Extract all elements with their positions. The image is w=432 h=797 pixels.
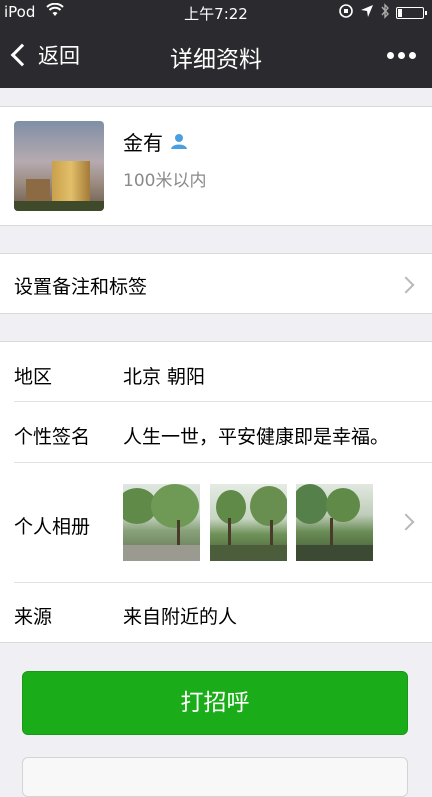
bluetooth-icon bbox=[380, 3, 390, 23]
secondary-button[interactable] bbox=[22, 757, 408, 797]
chevron-left-icon bbox=[10, 43, 34, 67]
album-label: 个人相册 bbox=[14, 516, 91, 538]
location-arrow-icon bbox=[360, 4, 374, 22]
back-label: 返回 bbox=[38, 44, 80, 68]
source-value: 来自附近的人 bbox=[123, 606, 238, 628]
region-label: 地区 bbox=[14, 366, 53, 388]
profile-distance: 100米以内 bbox=[123, 171, 207, 191]
album-photo[interactable] bbox=[210, 484, 287, 561]
orientation-lock-icon bbox=[338, 3, 354, 23]
back-button[interactable]: 返回 bbox=[8, 40, 80, 70]
status-bar: iPod 上午7:22 bbox=[0, 0, 432, 24]
divider bbox=[14, 401, 432, 402]
remark-label: 设置备注和标签 bbox=[14, 276, 148, 298]
male-user-icon bbox=[170, 132, 188, 150]
region-value: 北京 朝阳 bbox=[123, 366, 206, 388]
divider bbox=[14, 582, 432, 583]
more-dots-icon[interactable] bbox=[387, 52, 416, 59]
greet-button[interactable]: 打招呼 bbox=[22, 671, 408, 735]
signature-label: 个性签名 bbox=[14, 426, 91, 448]
album-photo[interactable] bbox=[296, 484, 373, 561]
signature-value: 人生一世，平安健康即是幸福。 bbox=[123, 426, 390, 448]
avatar[interactable] bbox=[14, 121, 104, 211]
album-photo[interactable] bbox=[123, 484, 200, 561]
divider bbox=[14, 462, 432, 463]
battery-level bbox=[398, 9, 402, 17]
battery-icon bbox=[396, 7, 427, 19]
nav-bar: 返回 详细资料 bbox=[0, 24, 432, 88]
source-label: 来源 bbox=[14, 606, 53, 628]
profile-name: 金有 bbox=[123, 131, 163, 155]
